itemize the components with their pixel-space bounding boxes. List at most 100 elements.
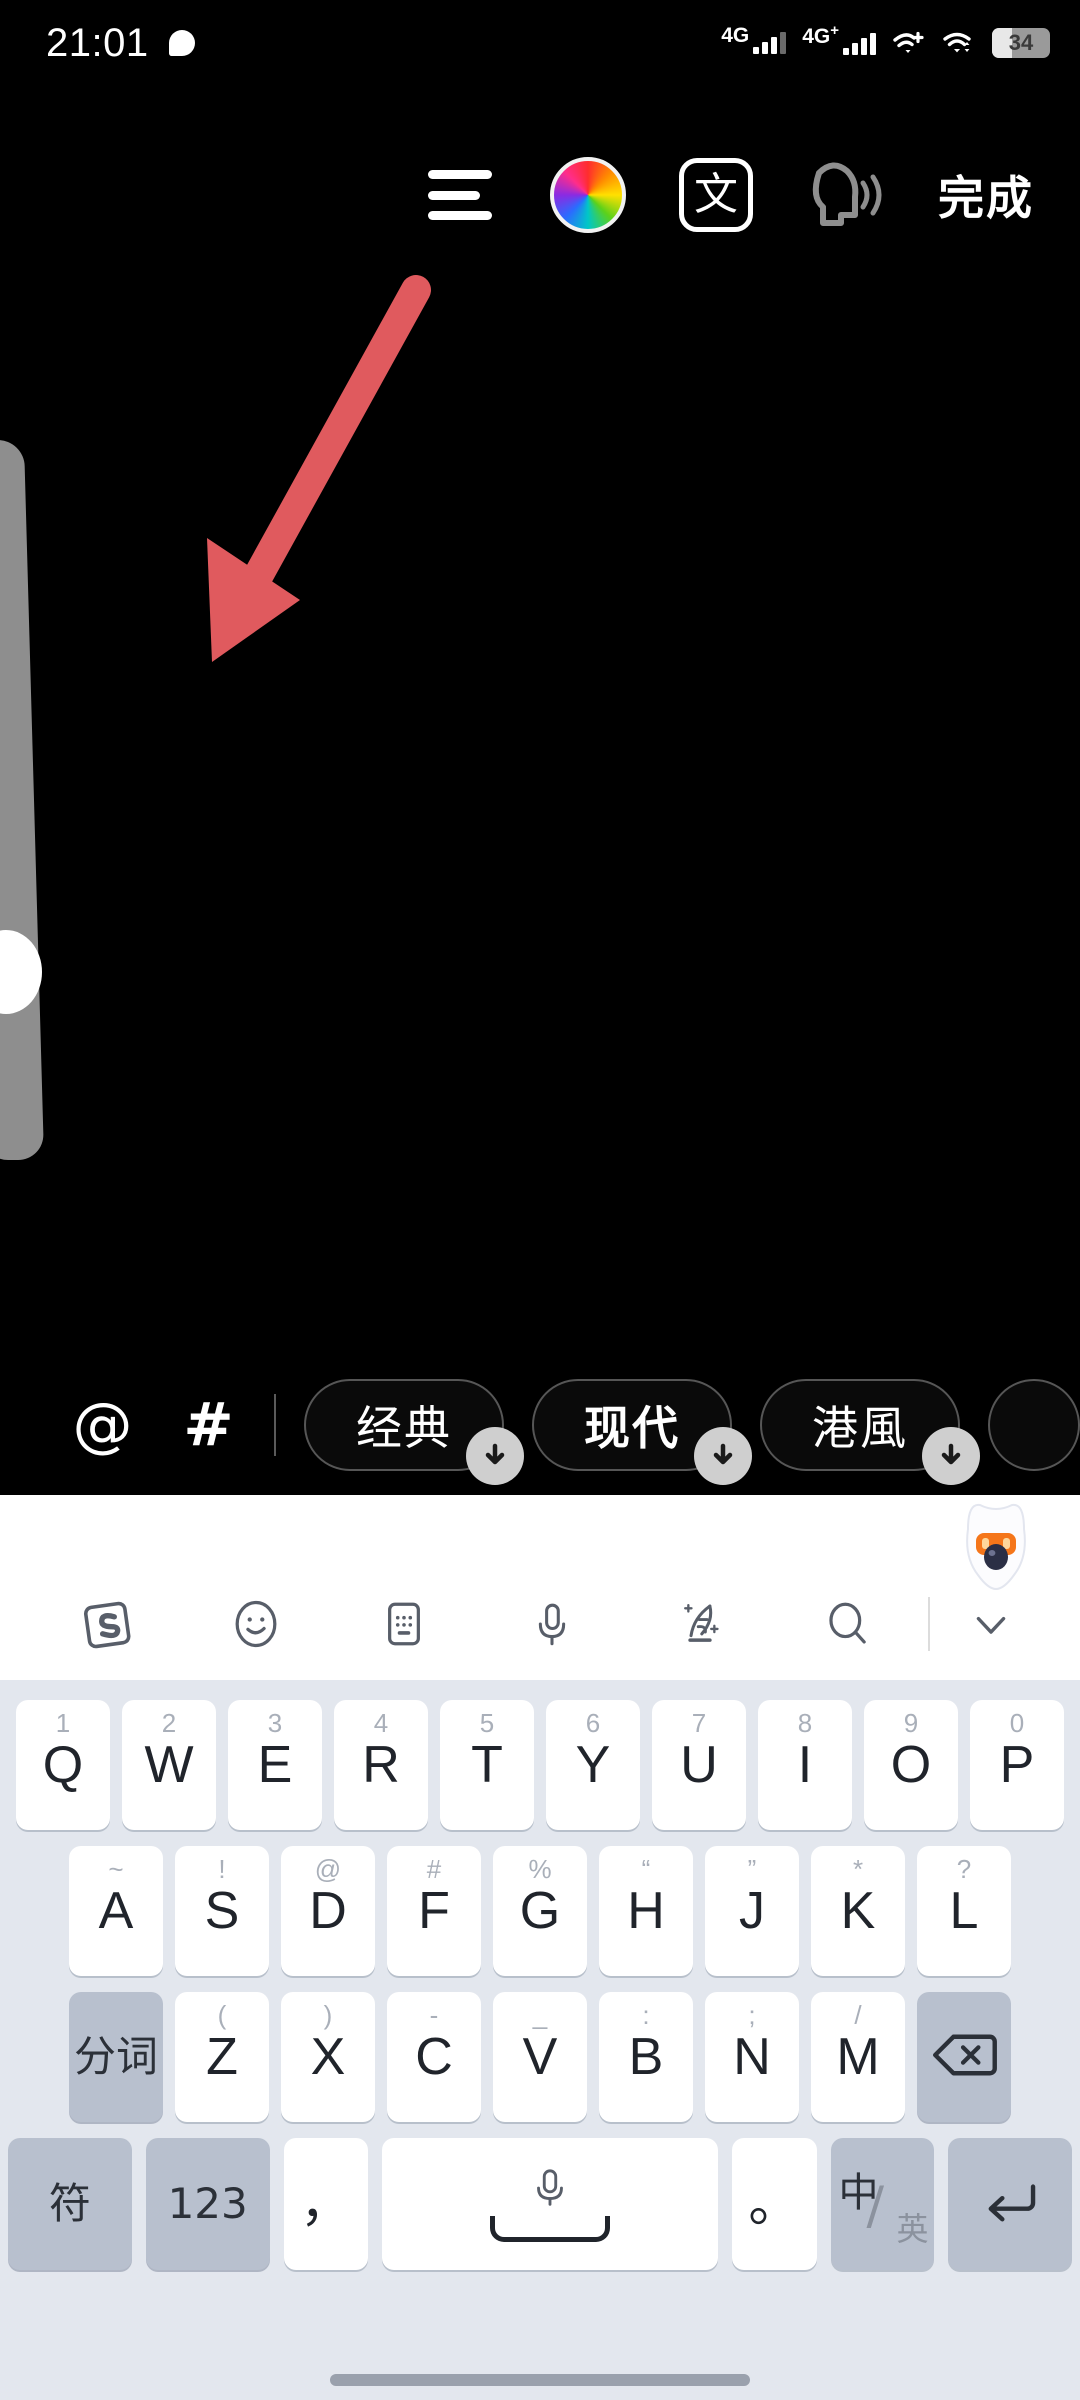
phone-screen: 21:01 4G 4G+ 34 文 完成 @ # 经典 现代 港風 1 Q 2 … [0,0,1080,2400]
text-option-bar: @ # 经典 现代 港風 [0,1355,1080,1495]
key-t[interactable]: 5T [440,1700,534,1830]
keyboard-row-4: 符 123 ， 。 中 / 英 [0,2138,1080,2270]
key-o[interactable]: 9O [864,1700,958,1830]
key-sup: ; [748,2000,756,2030]
key-label: S [204,1882,240,1940]
search-icon[interactable] [774,1574,922,1674]
key-enter[interactable] [948,2138,1072,2270]
key-z[interactable]: (Z [175,1992,269,2122]
key-numbers[interactable]: 123 [145,2138,270,2270]
keyboard-row-3: 分词 (Z ) X -C _ V :B ; N / M [0,1992,1080,2122]
color-picker-button[interactable] [524,140,652,250]
font-chip-next[interactable] [988,1379,1080,1471]
key-d[interactable]: @ D [281,1846,375,1976]
emoji-icon[interactable] [182,1574,330,1674]
key-w[interactable]: 2W [122,1700,216,1830]
text-align-icon [428,170,492,220]
key-p[interactable]: 0P [970,1700,1064,1830]
key-word-segment[interactable]: 分词 [69,1992,163,2122]
red-arrow-annotation [207,275,431,662]
key-c[interactable]: -C [387,1992,481,2122]
key-sup: ? [956,1854,972,1884]
key-m[interactable]: / M [811,1992,905,2122]
key-space[interactable] [382,2138,719,2270]
key-label: P [999,1736,1035,1794]
key-label: J [739,1882,765,1940]
key-i[interactable]: 8I [758,1700,852,1830]
sogou-logo-icon[interactable] [34,1574,182,1674]
font-style-chips: 经典 现代 港風 [304,1379,1080,1485]
keyboard-layout-icon[interactable] [330,1574,478,1674]
key-comma[interactable]: ， [283,2138,369,2270]
key-s[interactable]: ! S [175,1846,269,1976]
text-to-speech-button[interactable] [780,140,908,250]
key-l[interactable]: ? L [917,1846,1011,1976]
download-badge-icon[interactable] [694,1427,752,1485]
key-n[interactable]: ; N [705,1992,799,2122]
font-chip-modern[interactable]: 现代 [532,1379,752,1485]
toolbar-divider [928,1597,930,1651]
keyboard-key-rows: 1Q 2W 3E 4R 5T 6Y 7U 8I 9O 0P ~ A ! S @ D #… [0,1680,1080,2270]
key-period[interactable]: 。 [732,2138,817,2270]
key-e[interactable]: 3E [228,1700,322,1830]
font-chip-label: 港風 [812,1401,908,1455]
lang-en-label: 英 [896,2210,929,2248]
font-chip-hongkong[interactable]: 港風 [760,1379,980,1485]
keyboard-tool-row [0,1568,1080,1680]
wifi-plus-icon [892,30,926,56]
key-f[interactable]: # F [387,1846,481,1976]
space-key-inner [450,2156,650,2252]
collapse-keyboard-icon[interactable] [936,1574,1046,1674]
key-q[interactable]: 1Q [16,1700,110,1830]
key-label: R [362,1736,400,1794]
key-b[interactable]: :B [599,1992,693,2122]
key-sup: 8 [797,1708,813,1738]
key-sup: ~ [108,1854,124,1884]
key-backspace[interactable] [917,1992,1011,2122]
space-bar-glyph [490,2216,611,2242]
key-symbols[interactable]: 符 [8,2138,132,2270]
font-chip-classic[interactable]: 经典 [304,1379,524,1485]
key-sup: ) [323,2000,333,2030]
key-u[interactable]: 7U [652,1700,746,1830]
voice-input-icon[interactable] [478,1574,626,1674]
key-label: M [836,2028,880,2086]
key-sup: 2 [161,1708,177,1738]
network-label-1: 4G [721,24,750,47]
key-j[interactable]: ” J [705,1846,799,1976]
key-label: 符 [48,2179,91,2228]
done-button[interactable]: 完成 [938,162,1034,228]
key-label: O [890,1736,932,1794]
key-y[interactable]: 6Y [546,1700,640,1830]
key-label: B [628,2028,664,2086]
handwriting-ai-icon[interactable] [626,1574,774,1674]
hashtag-icon[interactable]: # [155,1395,260,1455]
key-h[interactable]: “H [599,1846,693,1976]
key-label: X [310,2028,346,2086]
key-sup: _ [532,2000,548,2030]
text-align-button[interactable] [396,140,524,250]
key-label: V [522,2028,558,2086]
key-v[interactable]: _ V [493,1992,587,2122]
key-a[interactable]: ~ A [69,1846,163,1976]
sogou-keyboard: 1Q 2W 3E 4R 5T 6Y 7U 8I 9O 0P ~ A ! S @ D #… [0,1495,1080,2400]
signal-bars-2 [843,33,876,55]
mention-icon[interactable]: @ [50,1395,155,1455]
key-sup: ” [747,1854,757,1884]
key-g[interactable]: % G [493,1846,587,1976]
key-x[interactable]: ) X [281,1992,375,2122]
side-drawer-handle[interactable] [0,440,45,1160]
status-time: 21:01 [46,20,149,65]
key-language-toggle[interactable]: 中 / 英 [830,2138,935,2270]
font-style-button[interactable]: 文 [652,140,780,250]
key-k[interactable]: * K [811,1846,905,1976]
text-style-icon: 文 [679,158,753,232]
key-label: K [840,1882,876,1940]
text-to-speech-icon [801,157,887,233]
key-r[interactable]: 4R [334,1700,428,1830]
chat-bubble-icon [168,30,195,56]
download-badge-icon[interactable] [922,1427,980,1485]
download-badge-icon[interactable] [466,1427,524,1485]
key-label: F [418,1882,450,1940]
editor-canvas[interactable] [0,250,1080,1430]
